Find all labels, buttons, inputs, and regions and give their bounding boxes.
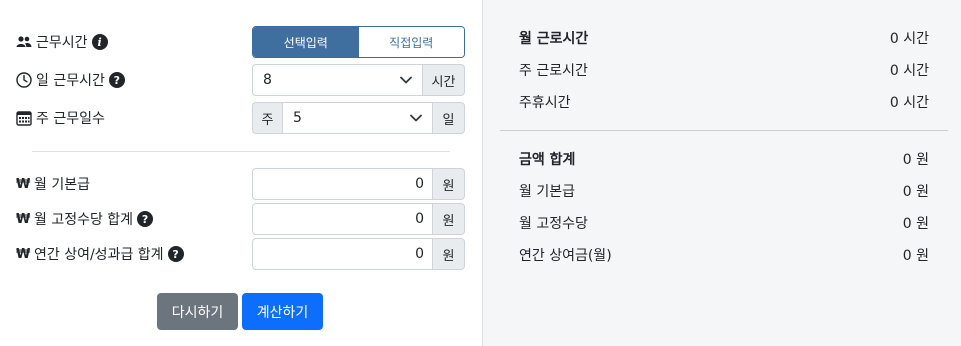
summary-row: 월 기본급 0 원 [519,181,929,201]
annual-bonus-input[interactable]: 0 [252,238,433,270]
calendar-icon [16,110,32,126]
work-time-row: 근무시간 i [16,26,108,58]
annual-bonus-unit: 원 [433,238,465,270]
summary-panel: 월 근로시간 0 시간 주 근로시간 0 시간 주휴시간 0 시간 금액 합계 … [482,0,961,346]
summary-row: 주휴시간 0 시간 [519,92,929,112]
tab-direct-input[interactable]: 직접입력 [358,27,464,57]
weekly-days-group: 주 5 일 [252,102,465,134]
annual-bonus-group: 0 원 [252,238,465,270]
monthly-base-row: ₩ 월 기본급 [16,168,90,200]
form-divider [32,151,450,152]
summary-value: 0 시간 [889,63,929,79]
info-icon[interactable]: i [91,34,108,50]
daily-hours-label: 일 근무시간 [36,73,105,89]
monthly-base-unit: 원 [433,168,465,200]
daily-hours-row: 일 근무시간 ? [16,64,125,96]
summary-label: 주 근로시간 [519,63,588,79]
annual-bonus-row: ₩ 연간 상여/성과급 합계 ? [16,238,184,270]
won-icon: ₩ [16,176,31,192]
summary-label: 금액 합계 [519,152,576,168]
summary-row: 주 근로시간 0 시간 [519,60,929,80]
summary-row: 월 근로시간 0 시간 [519,28,929,48]
summary-row: 월 고정수당 0 원 [519,213,929,233]
monthly-fixed-row: ₩ 월 고정수당 합계 ? [16,203,154,235]
summary-label: 월 기본급 [519,184,575,200]
summary-value: 0 시간 [889,95,929,111]
help-icon[interactable]: ? [137,211,154,227]
summary-divider [500,130,948,131]
weekly-days-value: 5 [293,110,302,126]
monthly-fixed-unit: 원 [433,203,465,235]
summary-label: 월 고정수당 [519,216,588,232]
annual-bonus-label: 연간 상여/성과급 합계 [34,247,164,263]
summary-row: 금액 합계 0 원 [519,149,929,169]
summary-value: 0 원 [902,152,929,168]
users-icon [16,34,32,50]
calculator-form: 근무시간 i 선택입력 직접입력 일 근무시간 ? 8 시간 주 근무일수 주 … [0,0,482,346]
monthly-base-group: 0 원 [252,168,465,200]
work-time-label: 근무시간 [36,35,88,51]
summary-label: 연간 상여금(월) [519,248,612,264]
chevron-down-icon [410,110,422,126]
tab-select-input[interactable]: 선택입력 [253,27,359,57]
reset-button[interactable]: 다시하기 [157,293,238,330]
summary-label: 월 근로시간 [519,31,589,47]
summary-value: 0 원 [902,248,929,264]
summary-row: 연간 상여금(월) 0 원 [519,245,929,265]
weekly-days-prefix: 주 [252,102,282,134]
weekly-days-select[interactable]: 5 [282,102,433,134]
monthly-base-input[interactable]: 0 [252,168,433,200]
calculate-button[interactable]: 계산하기 [242,293,323,330]
clock-icon [16,72,32,88]
daily-hours-group: 8 시간 [252,64,465,96]
summary-value: 0 시간 [889,31,929,47]
daily-hours-value: 8 [263,72,272,88]
daily-hours-unit: 시간 [423,64,465,96]
won-icon: ₩ [16,211,31,227]
help-icon[interactable]: ? [167,246,184,262]
weekly-days-unit: 일 [433,102,465,134]
daily-hours-select[interactable]: 8 [252,64,423,96]
monthly-fixed-group: 0 원 [252,203,465,235]
work-time-tabs: 선택입력 직접입력 [252,26,465,58]
chevron-down-icon [400,72,412,88]
won-icon: ₩ [16,246,31,262]
monthly-fixed-input[interactable]: 0 [252,203,433,235]
summary-label: 주휴시간 [519,95,571,111]
weekly-days-row: 주 근무일수 [16,102,105,134]
monthly-fixed-label: 월 고정수당 합계 [34,212,134,228]
summary-value: 0 원 [902,216,929,232]
weekly-days-label: 주 근무일수 [36,111,105,127]
monthly-base-label: 월 기본급 [34,177,90,193]
summary-value: 0 원 [902,184,929,200]
help-icon[interactable]: ? [108,72,125,88]
